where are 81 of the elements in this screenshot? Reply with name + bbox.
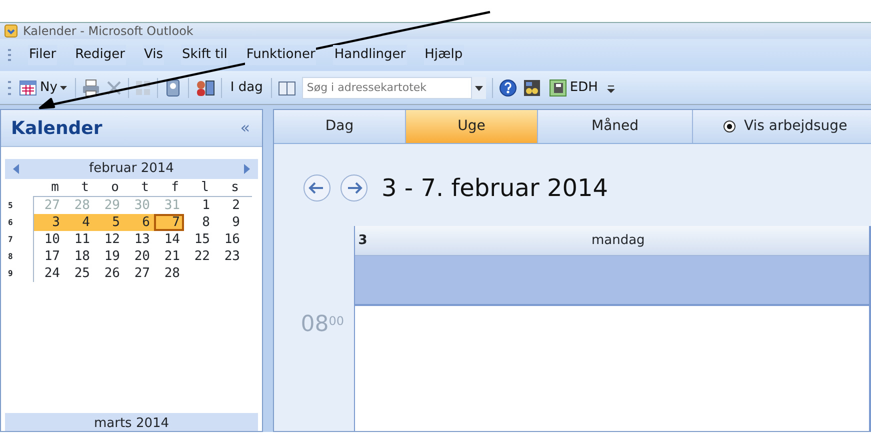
- week-number: 8: [8, 250, 14, 262]
- printer-icon[interactable]: [82, 78, 100, 96]
- view-tab[interactable]: Uge: [406, 110, 538, 143]
- weekday-label: t: [140, 179, 150, 196]
- weekday-label: t: [80, 179, 90, 196]
- today-button[interactable]: I dag: [228, 78, 265, 98]
- calendar-icon: [19, 80, 37, 96]
- calendar-day[interactable]: 14: [154, 231, 184, 248]
- calendar-day[interactable]: 4: [64, 214, 94, 231]
- month-title: marts 2014: [5, 413, 258, 431]
- calendar-day[interactable]: 1: [184, 197, 214, 214]
- menu-item[interactable]: Rediger: [74, 45, 126, 65]
- calendar-day[interactable]: 28: [154, 265, 184, 282]
- calendar-day[interactable]: 27: [124, 265, 154, 282]
- calendar-day[interactable]: 21: [154, 248, 184, 265]
- calendar-day[interactable]: 19: [94, 248, 124, 265]
- calendar-day[interactable]: 17: [34, 248, 64, 265]
- date-range-title: 3 - 7. februar 2014: [382, 173, 608, 204]
- dropdown-icon[interactable]: [472, 76, 486, 98]
- tool-icon[interactable]: [522, 78, 541, 96]
- grip-icon: [8, 48, 11, 62]
- previous-icon[interactable]: [13, 164, 19, 174]
- window-title: Kalender - Microsoft Outlook: [23, 23, 194, 40]
- calendar-day[interactable]: 23: [214, 248, 244, 265]
- book-icon[interactable]: [278, 80, 296, 96]
- calendar-day[interactable]: 13: [124, 231, 154, 248]
- next-icon[interactable]: [244, 164, 250, 174]
- back-icon[interactable]: [302, 173, 332, 203]
- menu-item[interactable]: Filer: [28, 45, 58, 65]
- weekday-label: s: [230, 179, 240, 196]
- week-number: 5: [8, 200, 14, 212]
- menu-item[interactable]: Funktioner: [245, 45, 316, 65]
- calendar-day[interactable]: 12: [94, 231, 124, 248]
- time-label: 08$^{00}$: [300, 311, 345, 339]
- weekday-name: mandag: [590, 232, 646, 250]
- forward-icon[interactable]: [338, 173, 368, 203]
- option-label: Vis arbejdsuge: [744, 117, 848, 136]
- calendar-day[interactable]: 7: [154, 214, 184, 231]
- menu-item[interactable]: Handlinger: [333, 45, 407, 65]
- calendar-day[interactable]: 8: [184, 214, 214, 231]
- month-title: februar 2014: [89, 160, 174, 178]
- edh-button[interactable]: EDH: [546, 78, 600, 98]
- new-button[interactable]: Ny: [17, 78, 70, 98]
- week-number: 6: [8, 216, 14, 228]
- week-number: 7: [8, 234, 14, 246]
- help-icon[interactable]: [498, 78, 517, 96]
- grip-icon: [8, 78, 11, 96]
- menu-item[interactable]: Skift til: [181, 45, 228, 65]
- calendar-day[interactable]: 6: [124, 214, 154, 231]
- save-icon: [548, 78, 567, 96]
- menu-item[interactable]: Vis: [143, 45, 164, 65]
- weekday-label: m: [50, 179, 60, 196]
- weekday-label: l: [200, 179, 210, 196]
- calendar-day[interactable]: 15: [184, 231, 214, 248]
- calendar-day[interactable]: 22: [184, 248, 214, 265]
- calendar-day[interactable]: 3: [34, 214, 64, 231]
- calendar-day[interactable]: 25: [64, 265, 94, 282]
- caret-icon: [60, 86, 68, 90]
- menu-item[interactable]: Hjælp: [424, 45, 464, 65]
- radio-button[interactable]: [723, 120, 736, 133]
- calendar-day[interactable]: 10: [34, 231, 64, 248]
- delete-icon[interactable]: [106, 80, 122, 96]
- week-number: 9: [8, 268, 14, 280]
- weekday-label: f: [170, 179, 180, 196]
- address-book-icon[interactable]: [164, 78, 182, 96]
- contacts-icon[interactable]: [195, 78, 216, 96]
- calendar-day[interactable]: 18: [64, 248, 94, 265]
- calendar-day[interactable]: 5: [94, 214, 124, 231]
- calendar-day[interactable]: 9: [214, 214, 244, 231]
- calendar-day[interactable]: 26: [94, 265, 124, 282]
- calendar-day[interactable]: 16: [214, 231, 244, 248]
- calendar-day[interactable]: 11: [64, 231, 94, 248]
- calendar-day[interactable]: 2: [214, 197, 244, 214]
- calendar-day[interactable]: 24: [34, 265, 64, 282]
- weekday-label: o: [110, 179, 120, 196]
- day-number: 3: [358, 232, 368, 250]
- search-field[interactable]: Søg i adressekartotek: [302, 76, 472, 98]
- app-icon: [4, 24, 18, 38]
- pane-title: Kalender: [11, 116, 102, 140]
- calendar-day[interactable]: 20: [124, 248, 154, 265]
- view-tab[interactable]: Måned: [538, 110, 693, 143]
